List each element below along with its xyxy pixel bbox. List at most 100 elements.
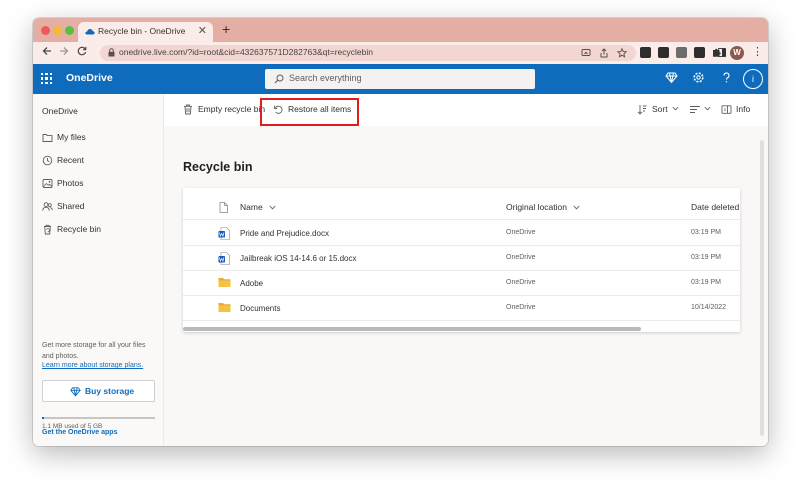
sidebar-item-photos[interactable]: Photos [33, 174, 164, 194]
profile-avatar[interactable]: W [730, 46, 744, 60]
word-document-icon [218, 227, 230, 240]
address-bar[interactable]: onedrive.live.com/?id=root&cid=432637571… [100, 45, 636, 61]
table-row[interactable]: Documents OneDrive 10/14/2022 [183, 296, 740, 321]
storage-plans-link[interactable]: Learn more about storage plans. [42, 362, 143, 369]
sidebar-item-recycle-bin[interactable]: Recycle bin [33, 220, 164, 240]
buy-storage-button[interactable]: Buy storage [42, 380, 155, 402]
date-deleted: 03:19 PM [691, 229, 721, 236]
original-location: OneDrive [506, 229, 536, 236]
settings-gear-icon[interactable] [692, 71, 705, 84]
new-tab-button[interactable]: + [222, 21, 230, 37]
sidebar: OneDrive My files Recent Photos Shared R… [33, 94, 164, 446]
sidebar-item-my-files[interactable]: My files [33, 128, 164, 148]
storage-promo-text: Get more storage for all your files and … [42, 342, 146, 360]
sidebar-item-label: My files [57, 132, 86, 142]
photo-icon [42, 179, 53, 188]
recycle-bin-icon [44, 224, 51, 235]
sidebar-item-shared[interactable]: Shared [33, 197, 164, 217]
app-launcher-icon[interactable] [41, 73, 52, 84]
folder-icon [218, 278, 231, 287]
cast-icon[interactable] [581, 48, 591, 58]
list-header: Name Original location Date deleted [183, 188, 740, 220]
extension-grid-icon[interactable] [676, 47, 687, 58]
info-label: Info [736, 104, 751, 114]
storage-quota-bar [42, 417, 155, 419]
account-avatar[interactable]: i [743, 69, 763, 89]
chevron-down-icon [704, 106, 711, 111]
chevron-down-icon [573, 205, 580, 210]
lock-icon[interactable] [108, 48, 115, 57]
date-deleted: 03:19 PM [691, 279, 721, 286]
file-name[interactable]: Adobe [240, 279, 263, 288]
sort-button[interactable]: Sort [637, 94, 681, 126]
table-row[interactable]: Pride and Prejudice.docx OneDrive 03:19 … [183, 221, 740, 246]
diamond-icon [70, 387, 81, 397]
command-bar: Empty recycle bin Restore all items Sort [164, 94, 768, 126]
highlight-box [260, 98, 359, 126]
buy-storage-label: Buy storage [85, 386, 135, 396]
column-header-date-deleted[interactable]: Date deleted [691, 202, 739, 212]
table-row[interactable]: Jailbreak iOS 14-14.6 or 15.docx OneDriv… [183, 246, 740, 271]
info-pane-icon [721, 105, 732, 114]
browser-window: Recycle bin - OneDrive ✕ + onedrive.live… [33, 18, 768, 446]
vertical-scrollbar[interactable] [760, 140, 764, 436]
empty-recycle-bin-button[interactable]: Empty recycle bin [183, 94, 266, 126]
side-panel-icon[interactable] [718, 47, 726, 58]
search-placeholder: Search everything [289, 73, 362, 83]
minimize-window-button[interactable] [53, 26, 62, 35]
reload-icon[interactable] [77, 46, 87, 56]
view-options-button[interactable] [689, 94, 713, 126]
browser-tab[interactable]: Recycle bin - OneDrive ✕ [78, 22, 213, 42]
help-icon[interactable] [720, 71, 733, 84]
sidebar-item-label: Recent [57, 155, 84, 165]
horizontal-scrollbar[interactable] [183, 327, 641, 331]
close-window-button[interactable] [41, 26, 50, 35]
chevron-down-icon [672, 106, 679, 111]
maximize-window-button[interactable] [65, 26, 74, 35]
file-type-header-icon[interactable] [219, 202, 228, 213]
file-name[interactable]: Jailbreak iOS 14-14.6 or 15.docx [240, 254, 357, 263]
table-row[interactable]: Adobe OneDrive 03:19 PM [183, 271, 740, 296]
original-location: OneDrive [506, 304, 536, 311]
browser-toolbar: onedrive.live.com/?id=root&cid=432637571… [33, 42, 768, 64]
sidebar-item-recent[interactable]: Recent [33, 151, 164, 171]
sidebar-root-label[interactable]: OneDrive [42, 106, 78, 116]
sidebar-item-label: Photos [57, 178, 84, 188]
forward-icon[interactable] [59, 46, 69, 56]
search-input[interactable]: Search everything [265, 69, 535, 89]
main-content: Recycle bin Name Original location Date … [164, 126, 768, 446]
column-header-location[interactable]: Original location [506, 202, 580, 212]
tab-close-icon[interactable]: ✕ [198, 24, 207, 37]
bookmark-star-icon[interactable] [617, 48, 627, 58]
info-button[interactable]: Info [721, 94, 751, 126]
sidebar-item-label: Shared [57, 201, 85, 211]
get-apps-link[interactable]: Get the OneDrive apps [42, 429, 117, 436]
trash-icon [184, 104, 192, 115]
file-name[interactable]: Pride and Prejudice.docx [240, 229, 329, 238]
page-title: Recycle bin [183, 160, 253, 174]
folder-icon [218, 303, 231, 312]
extension-m-icon[interactable] [640, 47, 651, 58]
share-icon[interactable] [599, 48, 609, 58]
column-header-name[interactable]: Name [240, 202, 276, 212]
column-header-location-label: Original location [506, 202, 567, 212]
chevron-down-icon [269, 205, 276, 210]
date-deleted: 03:19 PM [691, 254, 721, 261]
sort-label: Sort [652, 104, 668, 114]
back-icon[interactable] [42, 46, 52, 56]
extension-check-icon[interactable] [658, 47, 669, 58]
column-header-date-label: Date deleted [691, 202, 740, 212]
list-view-icon [690, 106, 700, 113]
folder-icon [42, 134, 53, 142]
file-name[interactable]: Documents [240, 304, 280, 313]
storage-quota-fill [42, 417, 45, 419]
clock-icon [42, 155, 53, 166]
extension-square-icon[interactable] [694, 47, 705, 58]
browser-menu-icon[interactable]: ⋮ [752, 45, 763, 58]
premium-diamond-icon[interactable] [665, 71, 678, 84]
search-icon [274, 74, 284, 84]
empty-recycle-bin-label: Empty recycle bin [198, 104, 266, 114]
tab-strip: Recycle bin - OneDrive ✕ + [33, 18, 768, 42]
app-brand[interactable]: OneDrive [66, 72, 113, 84]
onedrive-cloud-icon [85, 29, 95, 35]
